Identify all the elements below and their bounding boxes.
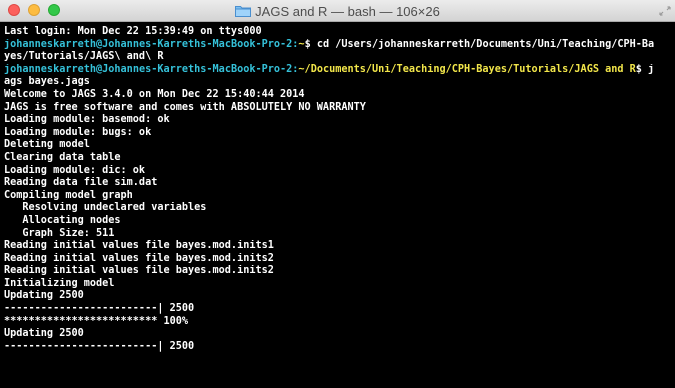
prompt-command: cd /Users/johanneskarreth/Documents/Uni/… — [310, 38, 655, 50]
prompt-line: johanneskarreth@Johannes-Karreths-MacBoo… — [4, 39, 675, 52]
prompt-user: johanneskarreth — [4, 38, 97, 50]
window-title: JAGS and R — bash — 106×26 — [255, 3, 440, 19]
terminal-line: JAGS is free software and comes with ABS… — [4, 101, 366, 113]
terminal-line: Compiling model graph — [4, 189, 133, 201]
terminal-line: Reading initial values file bayes.mod.in… — [4, 252, 274, 264]
terminal-line: Last login: Mon Dec 22 15:39:49 on ttys0… — [4, 26, 262, 37]
prompt-path: ~/Documents/Uni/Teaching/CPH-Bayes/Tutor… — [298, 63, 636, 75]
terminal-output[interactable]: Last login: Mon Dec 22 15:39:49 on ttys0… — [0, 22, 675, 388]
terminal-line: Reading initial values file bayes.mod.in… — [4, 265, 274, 277]
prompt-host: @Johannes-Karreths-MacBook-Pro-2: — [96, 38, 299, 50]
prompt-user: johanneskarreth — [4, 63, 97, 75]
title-bar[interactable]: JAGS and R — bash — 106×26 — [0, 0, 675, 22]
terminal-line: Initializing model — [4, 277, 115, 289]
terminal-line: -------------------------| 2500 — [4, 303, 195, 315]
terminal-line: Clearing data table — [4, 151, 121, 163]
terminal-line: Resolving undeclared variables — [4, 202, 207, 214]
terminal-line: Updating 2500 — [4, 290, 84, 302]
window-title-container: JAGS and R — bash — 106×26 — [0, 0, 675, 22]
folder-icon — [235, 6, 252, 17]
terminal-line: Graph Size: 511 — [4, 227, 115, 239]
terminal-line: ags bayes.jags — [4, 76, 90, 88]
terminal-line: -------------------------| 2500 — [4, 340, 195, 352]
terminal-line: Updating 2500 — [4, 328, 84, 340]
terminal-line: yes/Tutorials/JAGS\ and\ R — [4, 51, 164, 63]
prompt-command: j — [641, 63, 655, 75]
prompt-line: johanneskarreth@Johannes-Karreths-MacBoo… — [4, 64, 675, 77]
terminal-line: Loading module: basemod: ok — [4, 114, 170, 126]
terminal-line: Reading data file sim.dat — [4, 177, 158, 189]
terminal-window: JAGS and R — bash — 106×26 Last login: M… — [0, 0, 675, 388]
terminal-line: Welcome to JAGS 3.4.0 on Mon Dec 22 15:4… — [4, 88, 305, 100]
terminal-line: Loading module: bugs: ok — [4, 126, 152, 138]
terminal-line: ************************* 100% — [4, 315, 189, 327]
terminal-line: Reading initial values file bayes.mod.in… — [4, 240, 274, 252]
terminal-line: Deleting model — [4, 139, 90, 151]
terminal-line: Allocating nodes — [4, 214, 121, 226]
terminal-line: Loading module: dic: ok — [4, 164, 146, 176]
fullscreen-icon[interactable] — [658, 5, 672, 17]
prompt-host: @Johannes-Karreths-MacBook-Pro-2: — [96, 63, 299, 75]
